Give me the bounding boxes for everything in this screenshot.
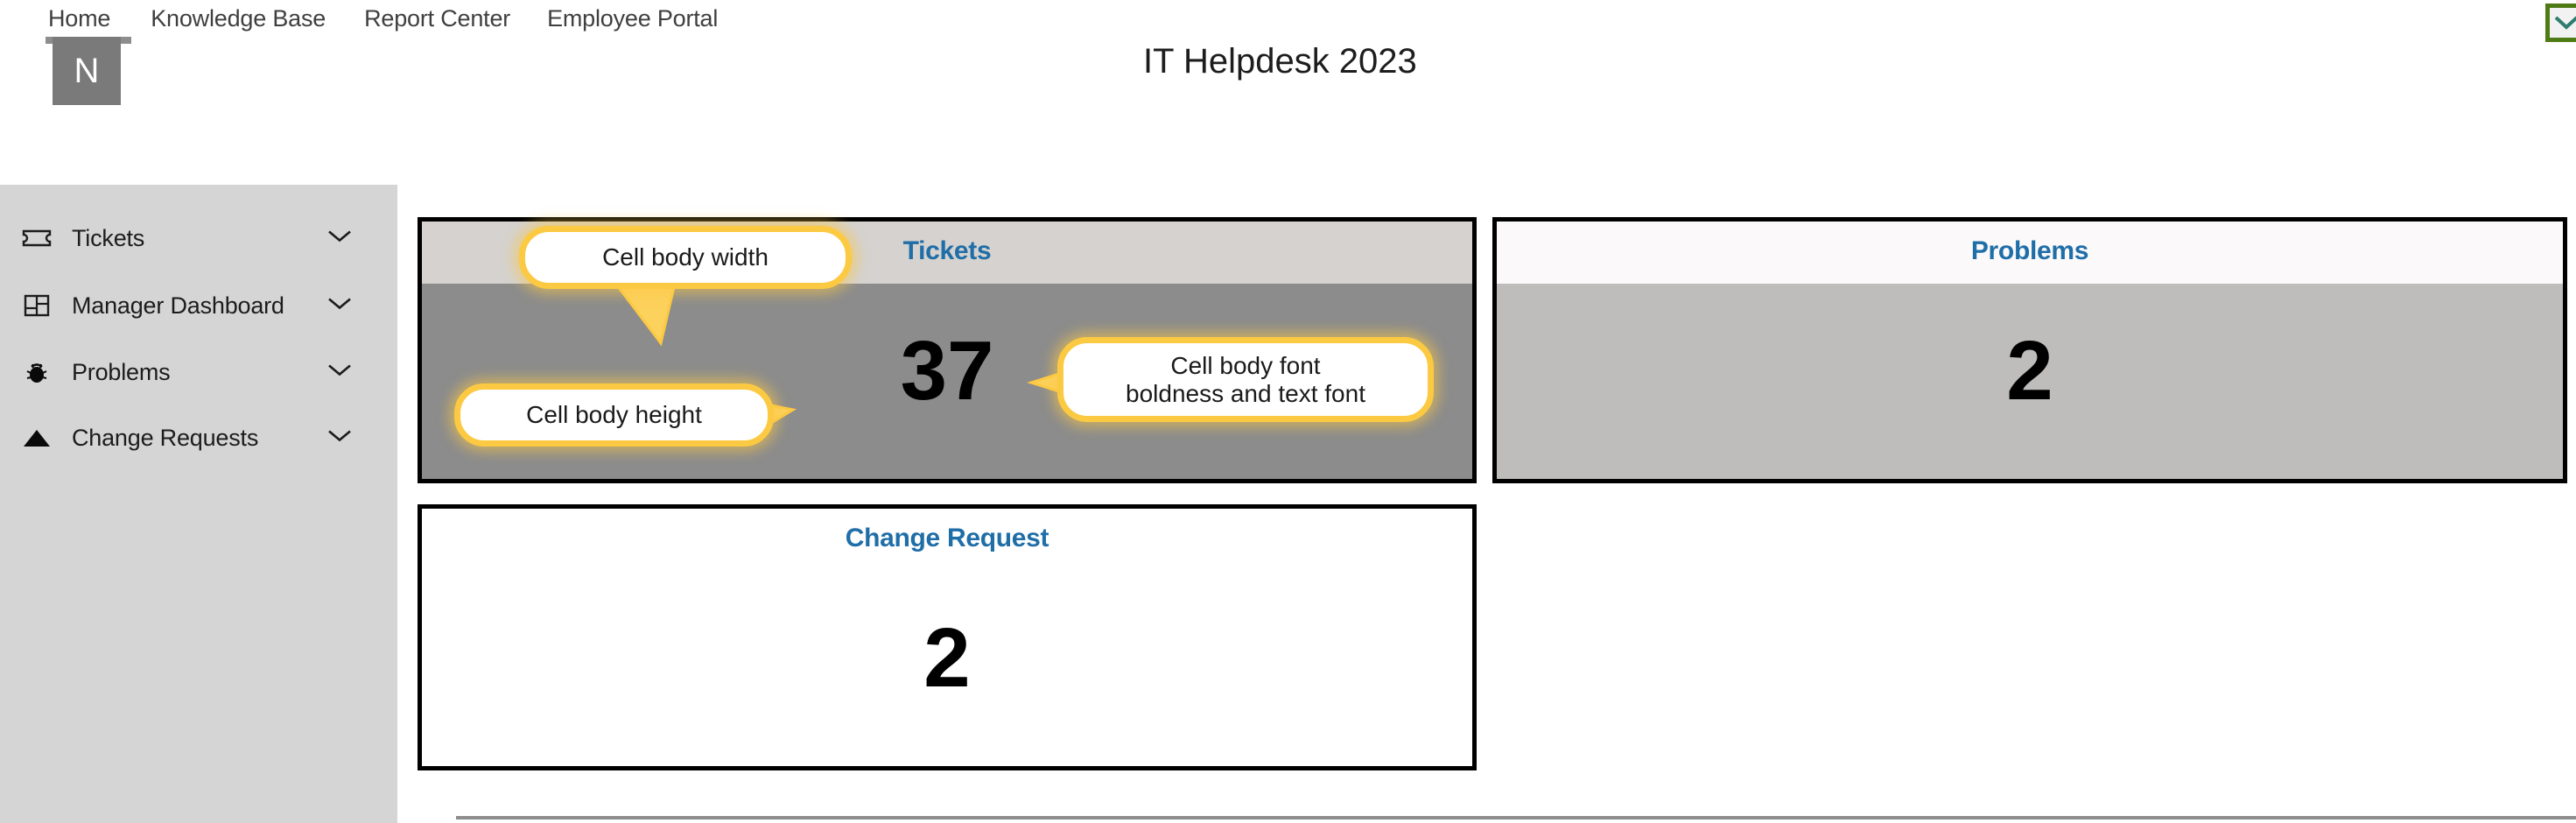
- sidebar-item-problems[interactable]: Problems: [0, 349, 397, 395]
- page-title: IT Helpdesk 2023: [1143, 42, 1417, 81]
- nav-item-knowledge-base[interactable]: Knowledge Base: [151, 5, 326, 36]
- chevron-down-icon[interactable]: [327, 297, 352, 315]
- top-navigation: Home Knowledge Base Report Center Employ…: [0, 0, 2576, 40]
- sidebar-item-label: Tickets: [72, 224, 145, 251]
- sidebar-item-label: Change Requests: [72, 424, 259, 451]
- sidebar-item-tickets[interactable]: Tickets: [0, 215, 397, 261]
- sidebar-item-label: Manager Dashboard: [72, 292, 284, 319]
- sidebar: Tickets Manager Dashboard Problems Chang…: [0, 185, 397, 823]
- callout-text-line2: boldness and text font: [1126, 379, 1365, 407]
- card-header: Problems: [1497, 222, 2563, 284]
- dashboard-page: Home Knowledge Base Report Center Employ…: [0, 0, 2576, 823]
- callout-text: Cell body height: [526, 401, 702, 429]
- card-value: 2: [923, 611, 971, 705]
- triangle-icon: [11, 427, 63, 448]
- chevron-down-icon: [2553, 15, 2576, 31]
- kpi-card-change-request[interactable]: Change Request 2: [418, 504, 1477, 770]
- top-right-expander-button[interactable]: [2545, 4, 2576, 42]
- callout-cell-body-width: Cell body width: [519, 226, 852, 289]
- sidebar-item-manager-dashboard[interactable]: Manager Dashboard: [0, 283, 397, 328]
- bottom-divider: [456, 816, 2576, 819]
- card-title: Change Request: [845, 524, 1049, 552]
- ticket-icon: [11, 229, 63, 248]
- card-title: Problems: [1970, 236, 2089, 265]
- card-body: 2: [422, 571, 1472, 766]
- card-body: 2: [1497, 284, 2563, 479]
- callout-cell-body-font: Cell body font boldness and text font: [1057, 337, 1434, 422]
- card-header: Change Request: [422, 509, 1472, 571]
- callout-text: Cell body width: [602, 243, 769, 271]
- callout-text-line1: Cell body font: [1170, 352, 1321, 380]
- nav-item-report-center[interactable]: Report Center: [364, 5, 510, 36]
- sidebar-item-label: Problems: [72, 358, 171, 385]
- callout-cell-body-height: Cell body height: [454, 383, 774, 447]
- chevron-down-icon[interactable]: [327, 229, 352, 248]
- chevron-down-icon[interactable]: [327, 363, 352, 382]
- chevron-down-icon[interactable]: [327, 429, 352, 447]
- dashboard-grid-icon: [11, 294, 63, 317]
- bug-icon: [11, 360, 63, 384]
- avatar[interactable]: N: [53, 37, 121, 105]
- kpi-card-problems[interactable]: Problems 2: [1492, 217, 2567, 483]
- avatar-letter: N: [74, 52, 100, 90]
- nav-item-home[interactable]: Home: [48, 5, 110, 36]
- sidebar-item-change-requests[interactable]: Change Requests: [0, 415, 397, 461]
- nav-item-employee-portal[interactable]: Employee Portal: [547, 5, 718, 36]
- card-value: 2: [2006, 324, 2053, 418]
